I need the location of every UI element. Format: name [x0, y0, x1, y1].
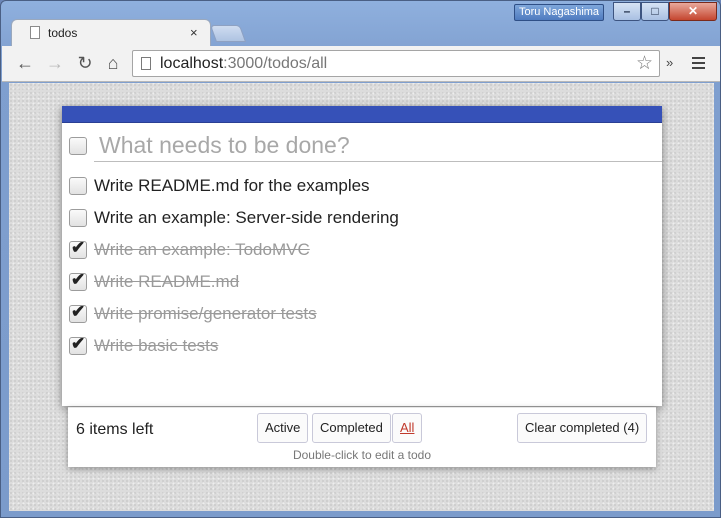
todo-label[interactable]: Write an example: TodoMVC — [94, 240, 310, 260]
new-todo-input[interactable] — [94, 129, 662, 162]
todo-label[interactable]: Write promise/generator tests — [94, 304, 317, 324]
browser-toolbar: ← → ↻ ⌂ localhost:3000/todos/all ☆ » — [2, 46, 720, 82]
app-header-bar — [62, 106, 662, 123]
edit-hint: Double-click to edit a todo — [292, 448, 432, 462]
home-icon[interactable]: ⌂ — [102, 52, 124, 74]
todo-item[interactable]: ✔ Write README.md — [62, 264, 662, 296]
page-icon — [30, 26, 40, 39]
filter-active-button[interactable]: Active — [257, 413, 309, 443]
todo-label[interactable]: Write README.md — [94, 272, 239, 292]
todo-item[interactable]: ✔ Write basic tests — [62, 328, 662, 360]
todo-app: Write README.md for the examples Write a… — [62, 106, 662, 406]
todo-label[interactable]: Write basic tests — [94, 336, 218, 356]
todo-label[interactable]: Write an example: Server-side rendering — [94, 208, 399, 228]
todo-checkbox[interactable] — [69, 209, 87, 227]
todo-item[interactable]: Write an example: Server-side rendering — [62, 200, 662, 232]
maximize-icon: □ — [651, 4, 659, 18]
browser-window: Toru Nagashima – □ ✕ todos × ← → ↻ ⌂ loc… — [0, 0, 721, 518]
maximize-button[interactable]: □ — [641, 2, 669, 21]
todo-label[interactable]: Write README.md for the examples — [94, 176, 370, 196]
todo-checkbox[interactable] — [69, 177, 87, 195]
todo-checkbox[interactable]: ✔ — [69, 334, 87, 355]
minimize-button[interactable]: – — [613, 2, 641, 21]
filter-completed-button[interactable]: Completed — [312, 413, 391, 443]
tab-close-icon[interactable]: × — [190, 25, 198, 40]
filter-all-button[interactable]: All — [392, 413, 423, 443]
minimize-icon: – — [623, 4, 631, 18]
todo-footer: 6 items left Active Completed All Clear … — [68, 407, 656, 467]
url-host: localhost — [160, 55, 224, 72]
back-arrow-icon[interactable]: ← — [14, 52, 36, 74]
close-window-button[interactable]: ✕ — [669, 2, 717, 21]
checkmark-icon: ✔ — [71, 238, 86, 257]
menu-icon[interactable] — [692, 57, 705, 72]
clear-completed-button[interactable]: Clear completed (4) — [517, 413, 648, 443]
tab-todos[interactable]: todos × — [11, 19, 211, 47]
toggle-all-checkbox[interactable] — [69, 137, 87, 155]
extensions-chevron-icon[interactable]: » — [666, 55, 673, 70]
new-todo-row — [62, 123, 662, 163]
todo-checkbox[interactable]: ✔ — [69, 270, 87, 291]
url-text: localhost:3000/todos/all — [160, 55, 327, 73]
todo-checkbox[interactable]: ✔ — [69, 302, 87, 323]
close-icon: ✕ — [687, 4, 699, 18]
todo-item[interactable]: ✔ Write promise/generator tests — [62, 296, 662, 328]
todo-item[interactable]: ✔ Write an example: TodoMVC — [62, 232, 662, 264]
forward-arrow-icon[interactable]: → — [44, 52, 66, 74]
url-path: :3000/todos/all — [223, 55, 328, 72]
checkmark-icon: ✔ — [71, 334, 86, 353]
page-info-icon[interactable] — [141, 57, 151, 70]
tab-title: todos — [48, 26, 78, 40]
new-tab-button[interactable] — [209, 25, 247, 42]
checkmark-icon: ✔ — [71, 302, 86, 321]
items-left-count: 6 items left — [76, 421, 154, 438]
checkmark-icon: ✔ — [71, 270, 86, 289]
page-background: Write README.md for the examples Write a… — [9, 83, 714, 511]
todo-checkbox[interactable]: ✔ — [69, 238, 87, 259]
todo-list: Write README.md for the examples Write a… — [62, 168, 662, 360]
bookmark-star-icon[interactable]: ☆ — [636, 52, 653, 75]
todo-item[interactable]: Write README.md for the examples — [62, 168, 662, 200]
address-bar[interactable]: localhost:3000/todos/all ☆ — [132, 50, 660, 77]
reload-icon[interactable]: ↻ — [74, 52, 96, 74]
user-badge: Toru Nagashima — [514, 4, 604, 21]
